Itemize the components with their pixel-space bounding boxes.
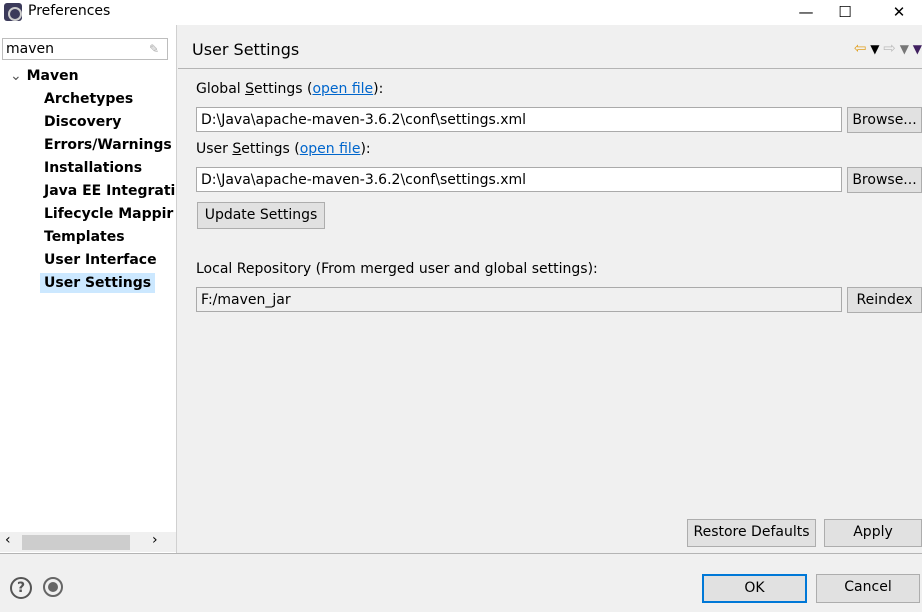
scroll-right-icon[interactable]: › <box>152 532 158 548</box>
sidebar: ✎ ⌄ Maven Archetypes Discovery Errors/Wa… <box>0 25 177 553</box>
user-open-file-link[interactable]: open file <box>300 141 361 157</box>
cancel-button[interactable]: Cancel <box>816 574 920 603</box>
help-icon[interactable]: ? <box>10 577 32 599</box>
tree-item-installations[interactable]: Installations <box>40 158 146 178</box>
scroll-left-icon[interactable]: ‹ <box>5 532 11 548</box>
tree-item-archetypes[interactable]: Archetypes <box>40 89 137 109</box>
forward-menu-icon[interactable]: ▼ <box>900 42 909 56</box>
settings-panel: User Settings ⇦ ▼ ⇨ ▼ ▼ Global Settings … <box>178 25 922 553</box>
local-repo-label: Local Repository (From merged user and g… <box>196 261 598 277</box>
header-divider <box>178 68 922 69</box>
close-button[interactable]: ✕ <box>876 0 922 25</box>
maximize-button[interactable]: ☐ <box>822 0 868 25</box>
scroll-thumb[interactable] <box>22 535 130 550</box>
tree-node-maven[interactable]: ⌄ Maven <box>6 66 83 86</box>
tree-item-discovery[interactable]: Discovery <box>40 112 125 132</box>
title-bar: Preferences — ☐ ✕ <box>0 0 922 25</box>
tree-item-user-interface[interactable]: User Interface <box>40 250 161 270</box>
back-menu-icon[interactable]: ▼ <box>870 42 879 56</box>
global-settings-input[interactable] <box>196 107 842 132</box>
global-browse-button[interactable]: Browse... <box>847 107 922 133</box>
tree-item-user-settings[interactable]: User Settings <box>40 273 156 293</box>
tree-item-lifecycle[interactable]: Lifecycle Mappir <box>40 204 177 224</box>
horizontal-scrollbar[interactable]: ‹ › <box>0 532 176 552</box>
forward-arrow-icon[interactable]: ⇨ <box>883 39 896 57</box>
apply-button[interactable]: Apply <box>824 519 922 547</box>
clear-filter-icon[interactable]: ✎ <box>149 42 159 56</box>
tree-item-errors-warnings[interactable]: Errors/Warnings <box>40 135 176 155</box>
record-icon[interactable] <box>43 577 63 597</box>
user-settings-input[interactable] <box>196 167 842 192</box>
tree-item-templates[interactable]: Templates <box>40 227 129 247</box>
local-repo-input <box>196 287 842 312</box>
chevron-down-icon[interactable]: ⌄ <box>10 68 22 84</box>
update-settings-button[interactable]: Update Settings <box>197 202 325 229</box>
view-menu-icon[interactable]: ▼ <box>913 42 922 56</box>
tree-item-java-ee[interactable]: Java EE Integrati <box>40 181 179 201</box>
filter-input[interactable] <box>2 38 168 60</box>
ok-button[interactable]: OK <box>702 574 807 603</box>
reindex-button[interactable]: Reindex <box>847 287 922 313</box>
page-title: User Settings <box>192 40 300 59</box>
global-open-file-link[interactable]: open file <box>312 81 373 97</box>
user-settings-label: User Settings (open file): <box>196 141 371 157</box>
footer-divider <box>0 553 922 554</box>
back-arrow-icon[interactable]: ⇦ <box>854 39 867 57</box>
global-settings-label: Global Settings (open file): <box>196 81 384 97</box>
nav-toolbar: ⇦ ▼ ⇨ ▼ ▼ <box>854 39 922 57</box>
restore-defaults-button[interactable]: Restore Defaults <box>687 519 816 547</box>
window-title: Preferences <box>28 3 111 19</box>
user-browse-button[interactable]: Browse... <box>847 167 922 193</box>
app-icon <box>4 3 22 21</box>
